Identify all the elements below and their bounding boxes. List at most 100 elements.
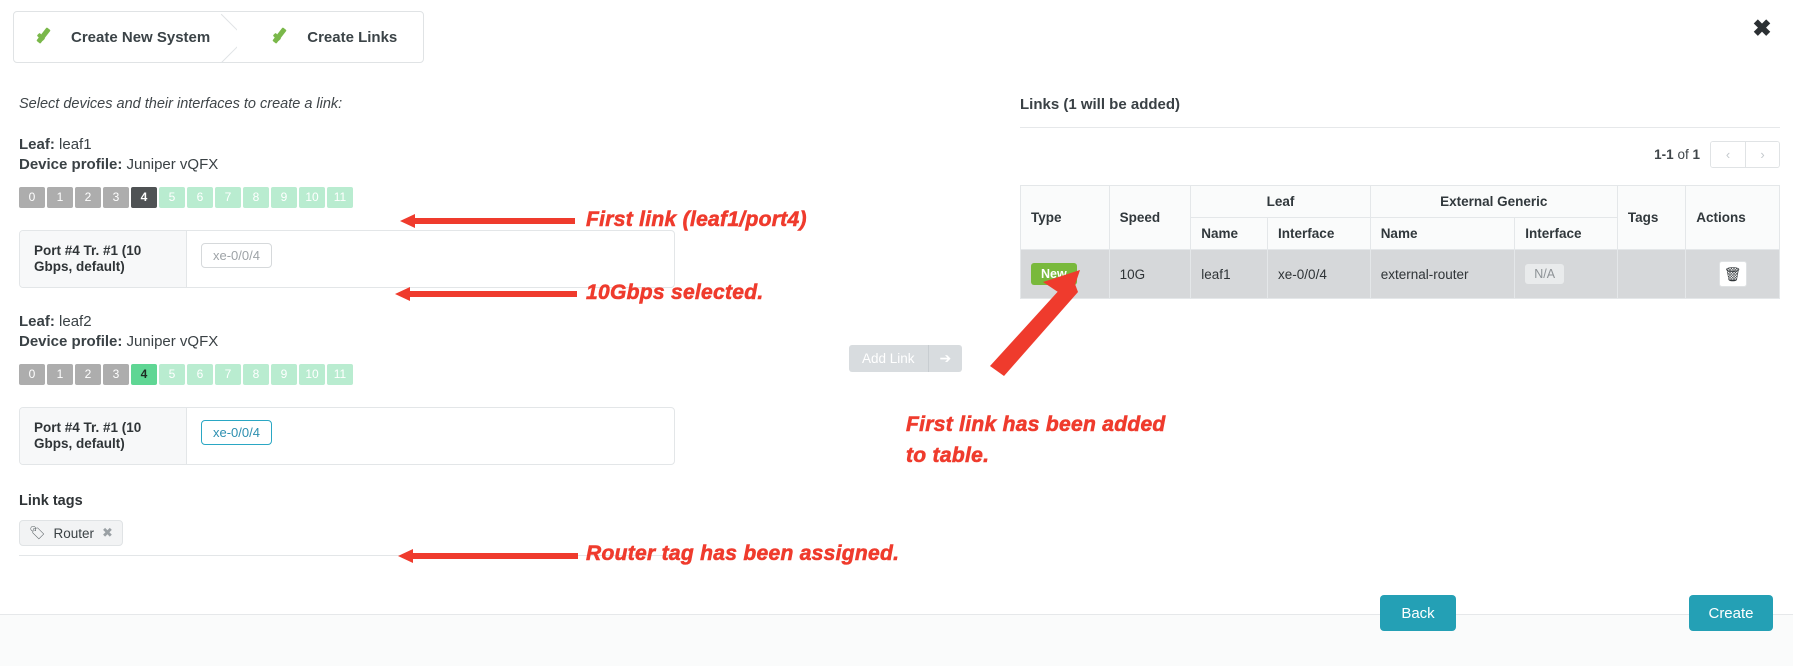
port-cell-8[interactable]: 8	[243, 187, 269, 208]
port-cell-2[interactable]: 2	[75, 187, 101, 208]
port-grid-leaf1[interactable]: 0 1 2 3 4 5 6 7 8 9 10 11	[19, 187, 880, 208]
device-block-leaf1: Leaf: leaf1 Device profile: Juniper vQFX…	[19, 135, 880, 208]
pagination-buttons: ‹ ›	[1710, 141, 1780, 168]
pagination-range: 1-1	[1654, 147, 1674, 162]
port-cell-7[interactable]: 7	[215, 364, 241, 385]
annotation-added-to-table-line1: First link has been added	[906, 413, 1166, 437]
cell-ext-name: external-router	[1369, 249, 1516, 299]
device-profile-label: Device profile:	[19, 155, 123, 173]
column-header-leaf-name: Name	[1190, 217, 1269, 250]
port-cell-4[interactable]: 4	[131, 187, 157, 208]
port-cell-1[interactable]: 1	[47, 364, 73, 385]
arrow-shaft	[411, 553, 578, 559]
tag-icon: 🏷	[29, 525, 46, 540]
column-header-ext-name: Name	[1369, 217, 1516, 250]
port-cell-8[interactable]: 8	[243, 364, 269, 385]
port-cell-11[interactable]: 11	[327, 187, 353, 208]
wizard-step-label: Create Links	[307, 28, 398, 46]
interface-chip-xe-0-0-4[interactable]: xe-0/0/4	[201, 243, 272, 268]
column-header-type: Type	[1020, 185, 1110, 250]
pagination-text: 1-1 of 1	[1654, 147, 1700, 162]
port-cell-10[interactable]: 10	[299, 364, 325, 385]
cell-tags	[1616, 249, 1687, 299]
tag-remove-icon[interactable]: ✖	[102, 525, 113, 541]
port-cell-6[interactable]: 6	[187, 187, 213, 208]
cell-leaf-interface: xe-0/0/4	[1267, 249, 1371, 299]
device-profile-line: Device profile: Juniper vQFX	[19, 155, 880, 175]
interface-label: Port #4 Tr. #1 (10 Gbps, default)	[20, 231, 187, 287]
cell-ext-interface: N/A	[1514, 249, 1618, 299]
port-cell-6[interactable]: 6	[187, 364, 213, 385]
annotation-arrow-10gbps	[395, 287, 577, 301]
device-profile-label: Device profile:	[19, 332, 123, 350]
column-header-tags: Tags	[1616, 185, 1687, 250]
port-cell-1[interactable]: 1	[47, 187, 73, 208]
interface-chip-area: xe-0/0/4	[187, 231, 674, 287]
device-name-line: Leaf: leaf1	[19, 135, 880, 155]
device-name: leaf2	[59, 313, 92, 330]
annotation-10gbps-selected: 10Gbps selected.	[586, 281, 764, 305]
annotation-router-tag: Router tag has been assigned.	[586, 542, 900, 566]
trash-icon: 🗑	[1723, 265, 1742, 282]
port-cell-3[interactable]: 3	[103, 187, 129, 208]
interface-chip-area: xe-0/0/4	[187, 408, 674, 464]
tag-label: Router	[53, 525, 95, 541]
na-chip: N/A	[1525, 264, 1565, 284]
create-button[interactable]: Create	[1689, 595, 1773, 631]
port-cell-4[interactable]: 4	[131, 364, 157, 385]
link-tags-title: Link tags	[19, 493, 83, 509]
port-cell-9[interactable]: 9	[271, 364, 297, 385]
column-header-ext-interface: Interface	[1514, 217, 1618, 250]
port-cell-3[interactable]: 3	[103, 364, 129, 385]
port-cell-11[interactable]: 11	[327, 364, 353, 385]
wizard-step-create-links[interactable]: Create Links	[236, 12, 423, 62]
column-header-actions: Actions	[1685, 185, 1780, 250]
interface-chip-xe-0-0-4[interactable]: xe-0/0/4	[201, 420, 272, 445]
column-group-external-generic: External Generic	[1369, 185, 1618, 218]
device-profile-value: Juniper vQFX	[126, 155, 219, 173]
device-block-leaf2: Leaf: leaf2 Device profile: Juniper vQFX…	[19, 312, 880, 385]
pagination-prev-button[interactable]: ‹	[1711, 142, 1745, 167]
wizard-step-label: Create New System	[71, 28, 211, 46]
pagination: 1-1 of 1 ‹ ›	[1020, 141, 1780, 168]
port-cell-9[interactable]: 9	[271, 187, 297, 208]
wizard-step-create-new-system[interactable]: Create New System	[14, 12, 236, 62]
port-cell-0[interactable]: 0	[19, 364, 45, 385]
close-icon[interactable]: ✖	[1751, 17, 1773, 40]
port-cell-5[interactable]: 5	[159, 187, 185, 208]
tag-pill-router[interactable]: 🏷 Router ✖	[19, 520, 123, 546]
back-button[interactable]: Back	[1380, 595, 1456, 631]
annotation-added-to-table-line2: to table.	[906, 444, 990, 468]
annotation-arrow-first-link	[400, 214, 575, 228]
links-table-body: New 10G leaf1 xe-0/0/4 external-router N…	[1020, 249, 1780, 299]
annotation-arrow-router-tag	[398, 549, 578, 563]
column-group-leaf: Leaf	[1190, 185, 1371, 218]
arrow-shaft	[413, 218, 575, 224]
pagination-of: of	[1677, 147, 1689, 162]
instruction-text: Select devices and their interfaces to c…	[19, 96, 343, 112]
pagination-total: 1	[1692, 147, 1700, 162]
divider	[1020, 127, 1780, 128]
check-icon	[272, 26, 294, 48]
link-builder-panel: Select devices and their interfaces to c…	[0, 96, 880, 556]
port-cell-2[interactable]: 2	[75, 364, 101, 385]
links-panel-title: Links (1 will be added)	[1020, 96, 1181, 113]
device-role-label: Leaf:	[19, 136, 55, 153]
interface-label: Port #4 Tr. #1 (10 Gbps, default)	[20, 408, 187, 464]
table-header-row-1: Type Speed Leaf External Generic Tags Ac…	[1020, 185, 1780, 250]
annotation-first-link: First link (leaf1/port4)	[586, 208, 807, 232]
port-cell-0[interactable]: 0	[19, 187, 45, 208]
table-row: New 10G leaf1 xe-0/0/4 external-router N…	[1020, 249, 1780, 299]
port-cell-7[interactable]: 7	[215, 187, 241, 208]
delete-row-button[interactable]: 🗑	[1718, 261, 1747, 287]
cell-speed: 10G	[1108, 249, 1192, 299]
port-cell-10[interactable]: 10	[299, 187, 325, 208]
cell-actions: 🗑	[1685, 249, 1780, 299]
pagination-next-button[interactable]: ›	[1745, 142, 1779, 167]
annotation-arrow-added-to-table	[990, 270, 1080, 376]
device-name-line: Leaf: leaf2	[19, 312, 880, 332]
arrow-shaft	[408, 291, 577, 297]
port-cell-5[interactable]: 5	[159, 364, 185, 385]
port-grid-leaf2[interactable]: 0 1 2 3 4 5 6 7 8 9 10 11	[19, 364, 880, 385]
column-header-leaf-interface: Interface	[1267, 217, 1371, 250]
